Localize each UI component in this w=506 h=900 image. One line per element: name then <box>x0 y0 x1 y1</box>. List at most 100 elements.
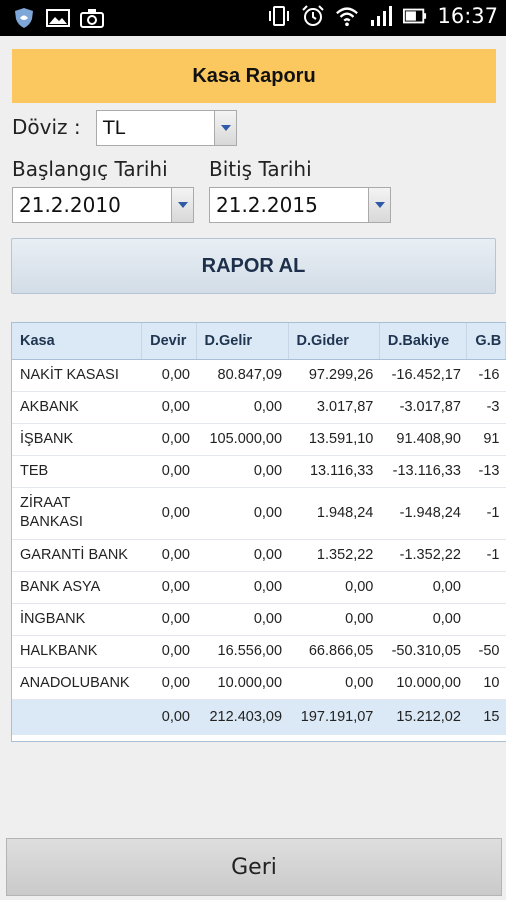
table-row[interactable]: ANADOLUBANK 0,00 10.000,00 0,00 10.000,00 10 <box>12 667 506 700</box>
cell-devir: 0,00 <box>141 635 196 668</box>
cell-bakiye: -50.310,05 <box>379 635 467 668</box>
cell-name: BANK ASYA <box>12 571 142 604</box>
cell-name: ANADOLUBANK <box>12 667 142 700</box>
cell-name: AKBANK <box>12 391 142 424</box>
clock: 16:37 <box>437 4 498 28</box>
cell-gider: 1.948,24 <box>288 487 380 540</box>
cell-gider: 0,00 <box>288 667 380 700</box>
cell-name: GARANTİ BANK <box>12 539 142 572</box>
cell-gelir: 105.000,00 <box>196 423 289 456</box>
cell-devir: 0,00 <box>141 603 196 636</box>
cell-gb <box>466 571 506 604</box>
total-bakiye: 15.212,02 <box>379 699 467 735</box>
alarm-icon <box>301 4 325 28</box>
get-report-button[interactable]: RAPOR AL <box>11 238 496 294</box>
cell-gelir: 16.556,00 <box>196 635 289 668</box>
cell-devir: 0,00 <box>141 391 196 424</box>
page-title: Kasa Raporu <box>12 49 496 103</box>
end-date-value: 21.2.2015 <box>216 193 318 217</box>
cell-gb: -16 <box>466 359 506 392</box>
cell-gelir: 0,00 <box>196 455 289 488</box>
cell-devir: 0,00 <box>141 455 196 488</box>
table-row[interactable]: İŞBANK 0,00 105.000,00 13.591,10 91.408,90 91 <box>12 423 506 456</box>
header-gelir: D.Gelir <box>196 323 289 360</box>
table-row[interactable]: İNGBANK 0,00 0,00 0,00 0,00 <box>12 603 506 636</box>
total-gider: 197.191,07 <box>288 699 380 735</box>
cell-bakiye: -1.352,22 <box>379 539 467 572</box>
cell-gider: 97.299,26 <box>288 359 380 392</box>
battery-icon <box>403 4 427 28</box>
start-date-label: Başlangıç Tarihi <box>12 157 168 181</box>
total-label <box>12 699 142 735</box>
total-devir: 0,00 <box>141 699 196 735</box>
dropdown-arrow-icon <box>214 111 236 145</box>
end-date-picker[interactable]: 21.2.2015 <box>209 187 391 223</box>
cell-gb <box>466 603 506 636</box>
cell-devir: 0,00 <box>141 423 196 456</box>
cell-name: TEB <box>12 455 142 488</box>
cell-gelir: 80.847,09 <box>196 359 289 392</box>
cell-gelir: 0,00 <box>196 603 289 636</box>
back-button[interactable]: Geri <box>6 838 502 896</box>
cell-bakiye: 0,00 <box>379 603 467 636</box>
total-gelir: 212.403,09 <box>196 699 289 735</box>
cell-name: İNGBANK <box>12 603 142 636</box>
cell-devir: 0,00 <box>141 487 196 540</box>
cell-gb: -1 <box>466 487 506 540</box>
table-row[interactable]: BANK ASYA 0,00 0,00 0,00 0,00 <box>12 571 506 604</box>
dropdown-arrow-icon <box>171 188 193 222</box>
currency-label: Döviz : <box>12 115 81 139</box>
table-row[interactable]: GARANTİ BANK 0,00 0,00 1.352,22 -1.352,22 -1 <box>12 539 506 572</box>
cell-gider: 0,00 <box>288 603 380 636</box>
header-devir: Devir <box>141 323 197 360</box>
total-gb: 15 <box>466 699 506 735</box>
currency-value: TL <box>103 117 126 139</box>
cell-name: NAKİT KASASI <box>12 359 142 392</box>
cell-gelir: 0,00 <box>196 539 289 572</box>
report-table: Kasa Devir D.Gelir D.Gider D.Bakiye G.B … <box>12 323 506 735</box>
start-date-picker[interactable]: 21.2.2010 <box>12 187 194 223</box>
cell-gb: -3 <box>466 391 506 424</box>
header-kasa: Kasa <box>12 323 143 360</box>
cell-gider: 66.866,05 <box>288 635 380 668</box>
camera-icon <box>80 6 104 30</box>
cell-gb: -50 <box>466 635 506 668</box>
cell-gelir: 0,00 <box>196 391 289 424</box>
cell-gider: 13.116,33 <box>288 455 380 488</box>
cell-gb: -13 <box>466 455 506 488</box>
header-gider: D.Gider <box>288 323 380 360</box>
cell-bakiye: -3.017,87 <box>379 391 467 424</box>
cell-gider: 0,00 <box>288 571 380 604</box>
header-bakiye: D.Bakiye <box>379 323 468 360</box>
table-row[interactable]: ZİRAAT BANKASI 0,00 0,00 1.948,24 -1.948,24 -1 <box>12 487 506 540</box>
totals-row: 0,00 212.403,09 197.191,07 15.212,02 15 <box>12 699 506 735</box>
table-row[interactable]: AKBANK 0,00 0,00 3.017,87 -3.017,87 -3 <box>12 391 506 424</box>
table-row[interactable]: NAKİT KASASI 0,00 80.847,09 97.299,26 -16.45… <box>12 359 506 392</box>
cell-gider: 3.017,87 <box>288 391 380 424</box>
end-date-label: Bitiş Tarihi <box>209 157 312 181</box>
notification-icons <box>12 6 104 30</box>
cell-bakiye: 10.000,00 <box>379 667 467 700</box>
cell-devir: 0,00 <box>141 359 196 392</box>
report-table-container[interactable]: Kasa Devir D.Gelir D.Gider D.Bakiye G.B … <box>11 322 506 742</box>
cell-gb: 91 <box>466 423 506 456</box>
table-row[interactable]: TEB 0,00 0,00 13.116,33 -13.116,33 -13 <box>12 455 506 488</box>
shield-icon <box>12 6 36 30</box>
table-header-row: Kasa Devir D.Gelir D.Gider D.Bakiye G.B <box>12 323 506 360</box>
cell-name: ZİRAAT BANKASI <box>12 487 142 540</box>
signal-icon <box>369 4 393 28</box>
cell-gelir: 10.000,00 <box>196 667 289 700</box>
currency-dropdown[interactable]: TL <box>96 110 237 146</box>
cell-name: İŞBANK <box>12 423 142 456</box>
table-row[interactable]: HALKBANK 0,00 16.556,00 66.866,05 -50.310,05… <box>12 635 506 668</box>
cell-devir: 0,00 <box>141 539 196 572</box>
cell-bakiye: 0,00 <box>379 571 467 604</box>
wifi-icon <box>335 4 359 28</box>
cell-bakiye: -13.116,33 <box>379 455 467 488</box>
cell-gb: 10 <box>466 667 506 700</box>
start-date-value: 21.2.2010 <box>19 193 121 217</box>
dropdown-arrow-icon <box>368 188 390 222</box>
cell-gelir: 0,00 <box>196 487 289 540</box>
cell-gb: -1 <box>466 539 506 572</box>
vibrate-icon <box>267 4 291 28</box>
